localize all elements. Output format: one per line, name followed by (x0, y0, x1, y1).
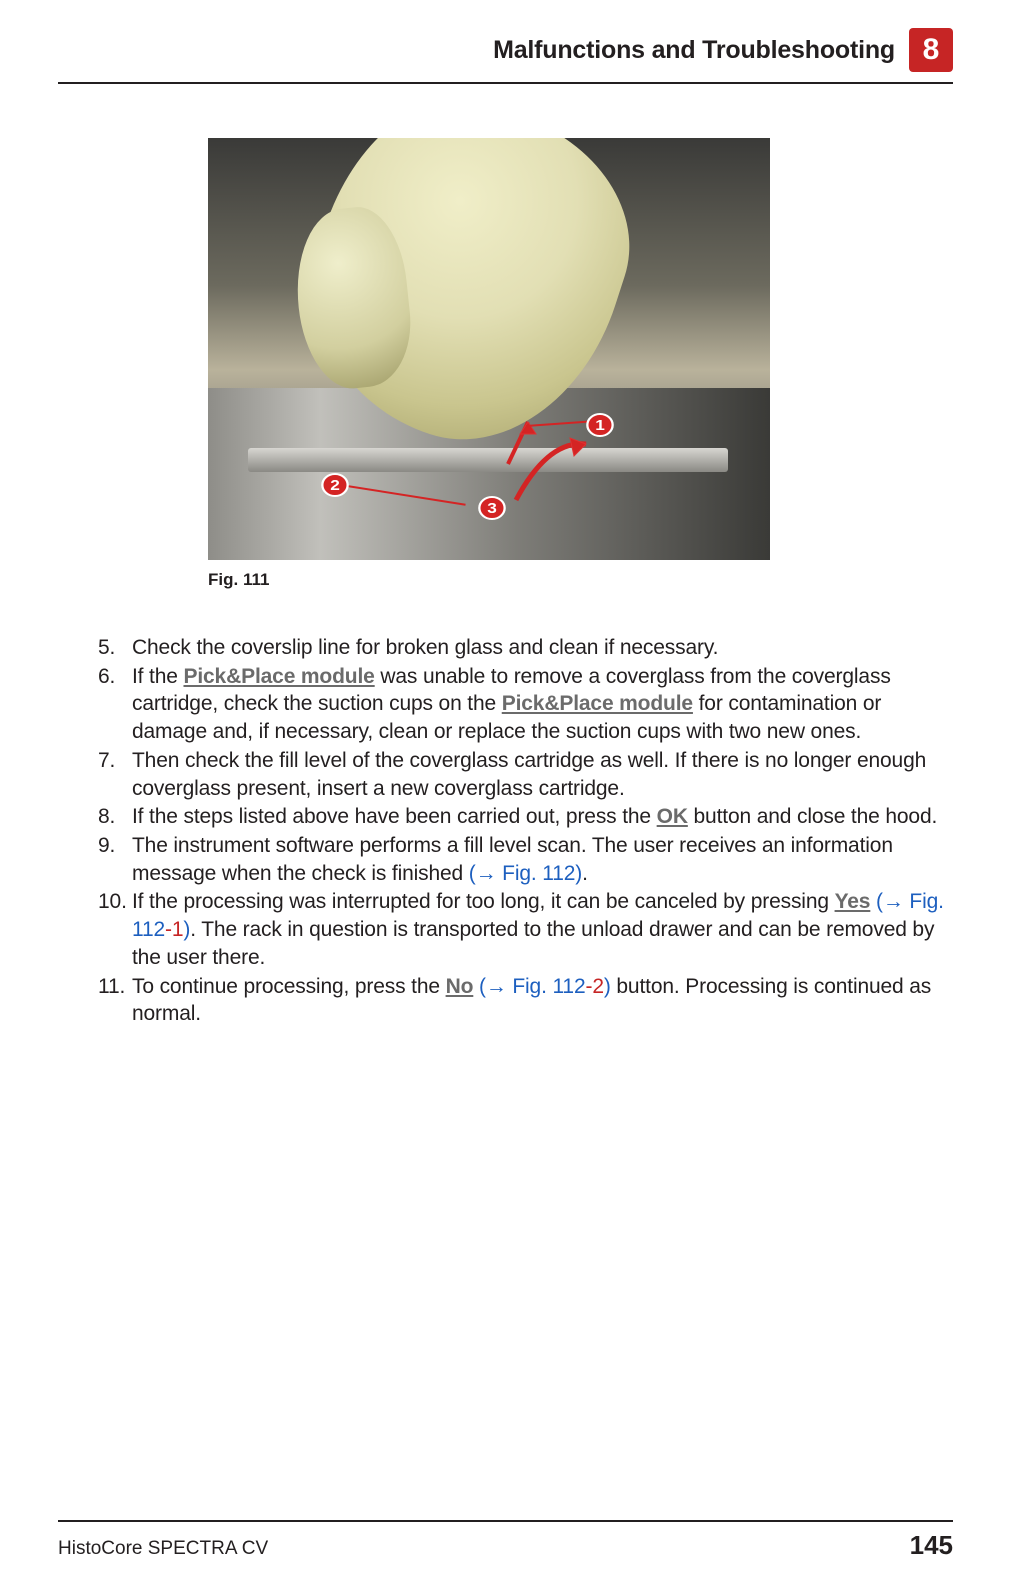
fig-112-ref[interactable]: (→ Fig. 112) (469, 862, 582, 885)
step-7-text: Then check the fill level of the covergl… (132, 749, 926, 800)
figure-callout-1: 1 (586, 413, 614, 437)
step-9-text-b: . (582, 862, 588, 885)
fig-112-2-ref[interactable]: (→ Fig. 112-2) (479, 975, 611, 998)
pick-place-link-2[interactable]: Pick&Place module (502, 692, 693, 715)
yes-button-ref[interactable]: Yes (835, 890, 871, 913)
figure-caption: Fig. 111 (208, 570, 953, 590)
document-name: HistoCore SPECTRA CV (58, 1538, 268, 1560)
section-title: Malfunctions and Troubleshooting (493, 36, 895, 65)
chapter-badge: 8 (909, 28, 953, 72)
figure-callout-2: 2 (321, 473, 349, 497)
step-10-text-c: . The rack in question is transported to… (132, 918, 934, 969)
step-8-text-a: If the steps listed above have been carr… (132, 805, 657, 828)
step-10-text-a: If the processing was interrupted for to… (132, 890, 835, 913)
step-8: If the steps listed above have been carr… (98, 803, 949, 831)
step-9: The instrument software performs a fill … (98, 832, 949, 887)
step-11: To continue processing, press the No (→ … (98, 973, 949, 1028)
instruction-list: Check the coverslip line for broken glas… (58, 634, 953, 1028)
step-7: Then check the fill level of the covergl… (98, 747, 949, 802)
step-6-text-a: If the (132, 665, 183, 688)
no-button-ref[interactable]: No (446, 975, 474, 998)
step-5-text: Check the coverslip line for broken glas… (132, 636, 718, 659)
pick-place-link-1[interactable]: Pick&Place module (183, 665, 374, 688)
step-10: If the processing was interrupted for to… (98, 888, 949, 971)
page-number: 145 (910, 1530, 953, 1561)
figure-111-image: 1 2 3 (208, 138, 770, 560)
figure-callout-3: 3 (478, 496, 506, 520)
ok-button-ref[interactable]: OK (657, 805, 688, 828)
step-11-text-a: To continue processing, press the (132, 975, 446, 998)
footer-rule (58, 1520, 953, 1522)
step-8-text-b: button and close the hood. (688, 805, 937, 828)
header-rule (58, 82, 953, 84)
step-6: If the Pick&Place module was unable to r… (98, 663, 949, 746)
step-5: Check the coverslip line for broken glas… (98, 634, 949, 662)
